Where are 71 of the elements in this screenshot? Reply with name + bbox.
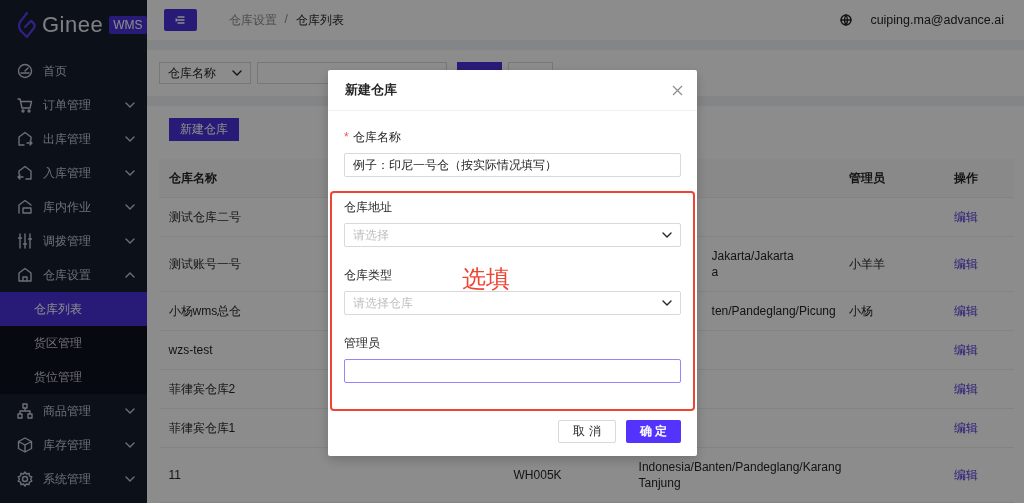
edit-link[interactable]: 编辑 (953, 257, 978, 271)
required-mark: * (344, 130, 349, 144)
sidebar-item[interactable]: 首页 (0, 54, 147, 88)
table-cell: Indonesia/Banten/Pandeglang/Karang Tanjung (638, 460, 842, 490)
hierarchy-icon (17, 403, 33, 419)
menu-button[interactable] (163, 9, 197, 32)
menu-icon (175, 16, 186, 25)
sidebar-item[interactable]: 调拨管理 (0, 224, 147, 258)
sidebar-item[interactable]: 出库管理 (0, 122, 147, 156)
field-label: 管理员 (344, 336, 380, 350)
sidebar-item[interactable]: 入库管理 (0, 156, 147, 190)
sidebar-subitem[interactable]: 仓库列表 (0, 292, 147, 326)
globe-icon[interactable] (840, 14, 853, 27)
chevron-icon (231, 70, 242, 77)
column-header: 管理员 (848, 170, 885, 185)
confirm-button[interactable]: 确 定 (625, 420, 681, 443)
input-field[interactable]: 例子：印尼一号仓（按实际情况填写） (344, 153, 681, 177)
house-arrow-icon (17, 165, 33, 181)
column-header: 操作 (953, 170, 978, 185)
chevron-icon (662, 300, 672, 306)
annotation-text: 选填 (462, 264, 510, 294)
house-screen-icon (17, 199, 33, 215)
cart-icon (17, 97, 33, 113)
sidebar-item[interactable]: 仓库设置 (0, 258, 147, 292)
chevron-icon (662, 232, 672, 238)
table-cell: ten/Pandeglang/Picung (711, 304, 836, 318)
sidebar-item[interactable]: 订单管理 (0, 88, 147, 122)
user-email[interactable]: cuiping.ma@advance.ai (870, 13, 1004, 28)
box-icon (17, 437, 33, 453)
table-cell: 测试账号一号 (168, 257, 241, 271)
edit-link[interactable]: 编辑 (953, 421, 978, 435)
edit-link[interactable]: 编辑 (953, 382, 978, 396)
sidebar-item[interactable]: 系统管理 (0, 462, 147, 496)
edit-link[interactable]: 编辑 (953, 304, 978, 318)
logo-badge: WMS (109, 16, 147, 34)
table-cell: 小羊羊 (848, 257, 885, 271)
gear-icon (17, 471, 33, 487)
table-cell: wzs-test (168, 343, 213, 357)
edit-link[interactable]: 编辑 (953, 210, 978, 224)
edit-link[interactable]: 编辑 (953, 343, 978, 357)
table-cell: 小杨wms总仓 (168, 304, 242, 318)
sidebar-item[interactable]: 库存管理 (0, 428, 147, 462)
field-label: 仓库名称 (352, 130, 401, 144)
sidebar-subitem[interactable]: 货位管理 (0, 360, 147, 394)
field-select[interactable]: 仓库名称 (158, 62, 251, 85)
edit-link[interactable]: 编辑 (953, 468, 978, 482)
field-label: 仓库类型 (344, 268, 392, 282)
table-cell: 11 (168, 468, 181, 482)
logo-icon (18, 12, 36, 38)
close-icon[interactable] (672, 84, 683, 96)
table-cell: WH005K (513, 468, 562, 482)
table-cell: Jakarta/Jakarta a (711, 249, 794, 279)
sliders-icon (17, 233, 33, 249)
input-field[interactable] (344, 359, 681, 383)
table-cell: 测试仓库二号 (168, 210, 241, 224)
column-header: 仓库名称 (168, 170, 217, 185)
sidebar-item[interactable]: 商品管理 (0, 394, 147, 428)
dashboard-icon (17, 63, 33, 79)
sidebar-subitem[interactable]: 货区管理 (0, 326, 147, 360)
create-button[interactable]: 新建仓库 (168, 118, 239, 141)
dialog-title: 新建仓库 (345, 81, 397, 99)
field-label: 仓库地址 (344, 200, 392, 214)
breadcrumb-separator: / (284, 11, 288, 28)
logo-text: Ginee (42, 12, 104, 38)
table-cell: 菲律宾仓库1 (168, 421, 236, 435)
house-arrow-icon (17, 131, 33, 147)
sidebar-item[interactable]: 库内作业 (0, 190, 147, 224)
house-icon (17, 267, 33, 283)
table-cell: 菲律宾仓库2 (168, 382, 236, 396)
table-cell: 小杨 (848, 304, 873, 318)
cancel-button[interactable]: 取 消 (558, 420, 616, 443)
